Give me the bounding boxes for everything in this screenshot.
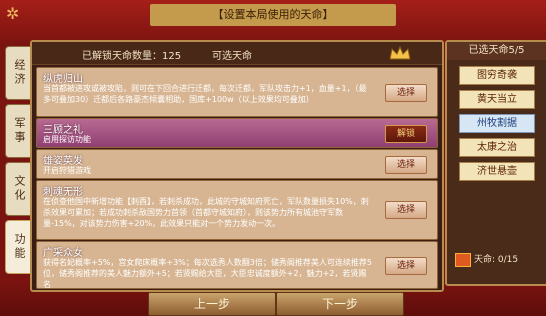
available-label: 可选天命 [212, 51, 252, 62]
select-button[interactable]: 选择 [385, 84, 427, 102]
page-title: 【设置本局使用的天命】 [150, 4, 396, 26]
list-item: 刺魂无形 在侦查他国中新增功能【刺酉】，若刺杀成功，此城的守城知府死亡，军队数量… [36, 180, 438, 240]
list-item: 三顾之礼 启用探访功能 解锁 [36, 118, 438, 148]
tab-function[interactable]: 功能 [5, 220, 33, 274]
flag-icon [455, 252, 471, 267]
selected-slot[interactable]: 黄天当立 [459, 90, 535, 109]
tab-culture[interactable]: 文化 [5, 162, 33, 216]
select-button[interactable]: 选择 [385, 257, 427, 275]
selected-slot[interactable]: 济世悬壶 [459, 162, 535, 181]
destiny-list: 纵虎归山 当首都被进攻或被攻陷，则可在下回合进行迁都，每次迁都，军队攻击力+1，… [36, 67, 438, 289]
selected-slot[interactable]: 州牧割据 [459, 114, 535, 133]
unlock-button[interactable]: 解锁 [385, 125, 427, 143]
card-description: 在侦查他国中新增功能【刺酉】，若刺杀成功，此城的守城知府死亡，军队数量损失10%… [43, 197, 369, 228]
gear-icon: ✲ [6, 4, 20, 23]
next-step-button[interactable]: 下一步 [276, 292, 404, 316]
selected-destinies-panel: 已选天命5/5 图穷奇袭 黄天当立 州牧割据 太康之治 济世悬壶 天命: 0/1… [445, 40, 546, 286]
prev-step-button[interactable]: 上一步 [148, 292, 276, 316]
list-item: 纵虎归山 当首都被进攻或被攻陷，则可在下回合进行迁都，每次迁都，军队攻击力+1，… [36, 67, 438, 117]
select-button[interactable]: 选择 [385, 156, 427, 174]
card-description: 当首都被进攻或被攻陷，则可在下回合进行迁都，每次迁都，军队攻击力+1，血量+1，… [43, 84, 367, 104]
card-description: 获得名妃概率+5%，宫女爬床概率+3%；每次选秀人数翻3倍；储秀阁推荐美人可连续… [43, 258, 372, 289]
crown-icon [389, 45, 411, 60]
destiny-counter: 天命: 0/15 [455, 252, 518, 267]
panel-header: 已解锁天命数量：125 可选天命 [32, 42, 442, 65]
destiny-list-panel: 已解锁天命数量：125 可选天命 纵虎归山 当首都被进攻或被攻陷，则可在下回合进… [30, 40, 444, 292]
selected-slot[interactable]: 太康之治 [459, 138, 535, 157]
selected-title: 已选天命5/5 [447, 42, 546, 60]
card-description: 开启狩猎游戏 [43, 166, 91, 175]
selected-slot[interactable]: 图穷奇袭 [459, 66, 535, 85]
list-item: 广采众女 获得名妃概率+5%，宫女爬床概率+3%；每次选秀人数翻3倍；储秀阁推荐… [36, 241, 438, 289]
card-description: 启用探访功能 [43, 135, 91, 144]
tab-economy[interactable]: 经济 [5, 46, 33, 100]
unlocked-count: 已解锁天命数量：125 [82, 51, 182, 62]
destiny-counter-text: 天命: 0/15 [474, 255, 519, 265]
list-item: 雄姿英发 开启狩猎游戏 选择 [36, 149, 438, 179]
tab-military[interactable]: 军事 [5, 104, 33, 158]
select-button[interactable]: 选择 [385, 201, 427, 219]
